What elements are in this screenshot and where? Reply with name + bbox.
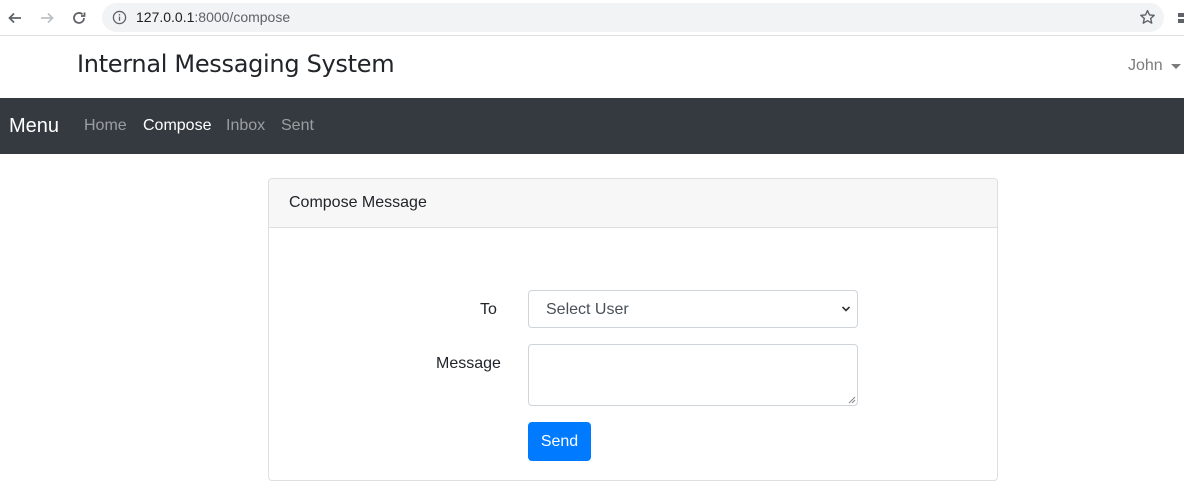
message-label: Message [436, 355, 501, 372]
bookmark-star-icon[interactable] [1139, 9, 1156, 26]
nav-item-inbox[interactable]: Inbox [226, 117, 265, 135]
chevron-down-icon [841, 306, 851, 312]
user-name: John [1128, 57, 1163, 74]
nav-item-home[interactable]: Home [84, 117, 127, 135]
caret-down-icon [1170, 63, 1181, 69]
site-info-icon[interactable] [112, 10, 127, 25]
recipient-select[interactable]: Select User [528, 290, 858, 328]
card-header: Compose Message [269, 179, 997, 228]
compose-card: Compose Message To Select User Message S… [268, 178, 998, 481]
forward-arrow-icon[interactable] [36, 7, 58, 29]
nav-item-sent[interactable]: Sent [281, 117, 314, 135]
reload-icon[interactable] [68, 7, 90, 29]
url-host: 127.0.0.1 [136, 9, 195, 25]
back-arrow-icon[interactable] [4, 7, 26, 29]
browser-toolbar: 127.0.0.1:8000/compose [0, 0, 1184, 36]
card-title: Compose Message [289, 194, 427, 211]
nav-item-compose[interactable]: Compose [143, 117, 211, 135]
url-path: :8000/compose [194, 9, 291, 25]
app-header: Internal Messaging System John [0, 36, 1184, 98]
send-button[interactable]: Send [528, 422, 591, 461]
extension-icon[interactable] [1176, 10, 1184, 26]
app-title: Internal Messaging System [77, 50, 395, 78]
user-dropdown[interactable]: John [1128, 57, 1181, 75]
url-text: 127.0.0.1:8000/compose [136, 9, 290, 25]
main-navbar: Menu Home Compose Inbox Sent [0, 98, 1184, 154]
resize-handle-icon[interactable] [848, 396, 856, 404]
recipient-select-value: Select User [546, 301, 629, 318]
message-textarea[interactable] [528, 344, 858, 406]
navbar-brand[interactable]: Menu [9, 115, 59, 138]
address-bar[interactable]: 127.0.0.1:8000/compose [102, 3, 1164, 32]
to-label: To [480, 301, 497, 318]
